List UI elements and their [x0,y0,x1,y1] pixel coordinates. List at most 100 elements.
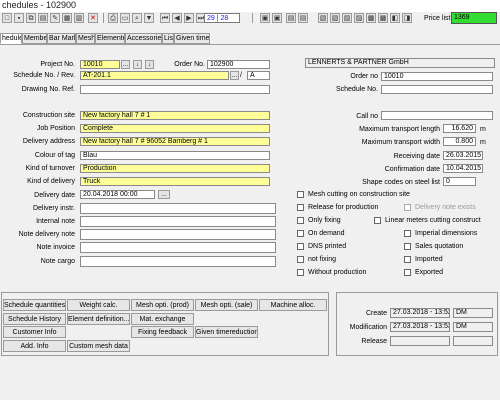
tool-icon-12[interactable]: ◨ [402,13,412,23]
without-production-checkbox[interactable] [297,269,304,276]
tool-icon-2[interactable]: ▣ [272,13,282,23]
turnover-field[interactable]: Production [80,164,270,173]
imported-checkbox[interactable] [404,256,411,263]
paste-icon[interactable]: ▤ [38,13,48,23]
exported-checkbox[interactable] [404,269,411,276]
tab-mesh[interactable]: Mesh [76,33,95,44]
internal-note-field[interactable] [80,216,276,227]
tool-icon-4[interactable]: ▤ [298,13,308,23]
date-picker-button[interactable]: … [158,190,170,199]
only-fixing-checkbox[interactable] [297,217,304,224]
grid-icon[interactable]: ▥ [74,13,84,23]
schedule-no-field[interactable]: AT-201.1 [80,71,229,80]
tool-icon-9[interactable]: ▩ [366,13,376,23]
print-icon[interactable]: ⎙ [108,13,118,23]
note-invoice-field[interactable] [80,242,276,253]
note-cargo-field[interactable] [80,256,276,267]
schedule-lookup-button[interactable]: … [230,71,239,80]
linear-meters-label: Linear meters cutting construct [385,217,481,224]
call-no-field[interactable] [381,111,493,120]
edit-icon[interactable]: ✎ [50,13,60,23]
imperial-checkbox[interactable] [404,230,411,237]
tab-schedule[interactable]: hedule [0,33,22,44]
construction-field[interactable]: New factory hall 7 # 1 [80,111,270,120]
table-icon[interactable]: ▦ [62,13,72,23]
max-width-field[interactable]: 0.800 [443,137,476,146]
project-down2-button[interactable]: ↓ [145,60,154,69]
delivery-date-label: Delivery date [34,192,75,199]
drawing-field[interactable] [80,85,270,94]
tool-icon-11[interactable]: ◧ [390,13,400,23]
element-definition-button[interactable]: Element definition... [67,313,130,325]
drawing-label: Drawing No. Ref. [21,86,75,93]
tool-icon-8[interactable]: ▨ [354,13,364,23]
delivery-address-field[interactable]: New factory hall 7 # 96052 Bamberg # 1 [80,137,270,146]
on-demand-checkbox[interactable] [297,230,304,237]
price-list-field[interactable]: 1369 [451,12,497,24]
schedule-quantities-button[interactable]: Schedule quantities [3,299,66,311]
not-fixing-label: not fixing [308,256,337,263]
tool-icon-7[interactable]: ▨ [342,13,352,23]
first-record-icon[interactable]: ⏮ [160,13,170,23]
confirmation-date-field[interactable]: 10.04.2015 [443,164,483,173]
filter-icon[interactable]: ▼ [144,13,154,23]
note-delivery-label: Note delivery note [18,231,75,238]
not-fixing-checkbox[interactable] [297,256,304,263]
project-label: Project No. [40,61,75,68]
dns-printed-checkbox[interactable] [297,243,304,250]
delivery-date-field[interactable]: 20.04.2018 00:00 [80,190,155,199]
schedule-history-button[interactable]: Schedule History [3,313,66,325]
tool-icon-5[interactable]: ▧ [318,13,328,23]
create-date: 27.03.2018 - 13:52 [390,308,450,318]
mesh-opti-sale-button[interactable]: Mesh opti. (sale) [195,299,258,311]
receiving-date-field[interactable]: 26.03.2015 [443,151,483,160]
order-no-right-field[interactable]: 10010 [381,72,493,81]
custom-mesh-data-button[interactable]: Custom mesh data [67,340,130,352]
project-lookup-button[interactable]: … [121,60,130,69]
delivery-instr-field[interactable] [80,203,276,214]
weight-calc-button[interactable]: Weight calc. [67,299,130,311]
sales-quotation-checkbox[interactable] [404,243,411,250]
tab-accessories[interactable]: Accessories [125,33,162,44]
preview-icon[interactable]: ▭ [120,13,130,23]
project-down-button[interactable]: ↓ [133,60,142,69]
customer-info-button[interactable]: Customer Info [3,326,66,338]
tab-given-times[interactable]: Given times [174,33,210,44]
tab-elemente[interactable]: Elemente [95,33,125,44]
prev-record-icon[interactable]: ◀ [172,13,182,23]
max-length-label: Maximum transport length [359,126,440,133]
create-label: Create [365,310,387,317]
linear-meters-checkbox[interactable] [374,217,381,224]
add-info-button[interactable]: Add. Info [3,340,66,352]
tool-icon-6[interactable]: ▧ [330,13,340,23]
release-production-checkbox[interactable] [297,204,304,211]
mesh-cutting-checkbox[interactable] [297,191,304,198]
colour-field[interactable]: Blau [80,151,270,160]
save-icon[interactable]: ▪ [14,13,24,23]
tab-list[interactable]: List [162,33,174,44]
machine-alloc-button[interactable]: Machine alloc. [259,299,327,311]
search-icon[interactable]: ⌕ [132,13,142,23]
given-time-reduction-button[interactable]: Given timereduction [195,326,258,338]
revision-field[interactable]: A [247,71,270,80]
tool-icon-1[interactable]: ▣ [260,13,270,23]
mesh-opti-prod-button[interactable]: Mesh opti. (prod) [131,299,194,311]
schedule-no-right-field[interactable] [381,85,493,94]
fixing-feedback-button[interactable]: Fixing feedback [131,326,194,338]
tab-bar-mark[interactable]: Bar Mark [47,33,76,44]
copy-icon[interactable]: ⧉ [26,13,36,23]
delete-icon[interactable]: ✕ [88,13,98,23]
tool-icon-3[interactable]: ▤ [286,13,296,23]
note-delivery-field[interactable] [80,229,276,240]
new-icon[interactable]: □ [2,13,12,23]
kind-delivery-field[interactable]: Truck [80,177,270,186]
shape-codes-field[interactable]: 0 [443,177,476,186]
project-field[interactable]: 10010 [80,60,120,69]
tool-icon-10[interactable]: ▩ [378,13,388,23]
job-field[interactable]: Complete [80,124,270,133]
tab-member[interactable]: Member [22,33,47,44]
mat-exchange-button[interactable]: Mat. exchange [131,313,194,325]
next-record-icon[interactable]: ▶ [184,13,194,23]
max-length-field[interactable]: 16.620 [443,124,476,133]
order-no-field[interactable]: 102900 [207,60,270,69]
